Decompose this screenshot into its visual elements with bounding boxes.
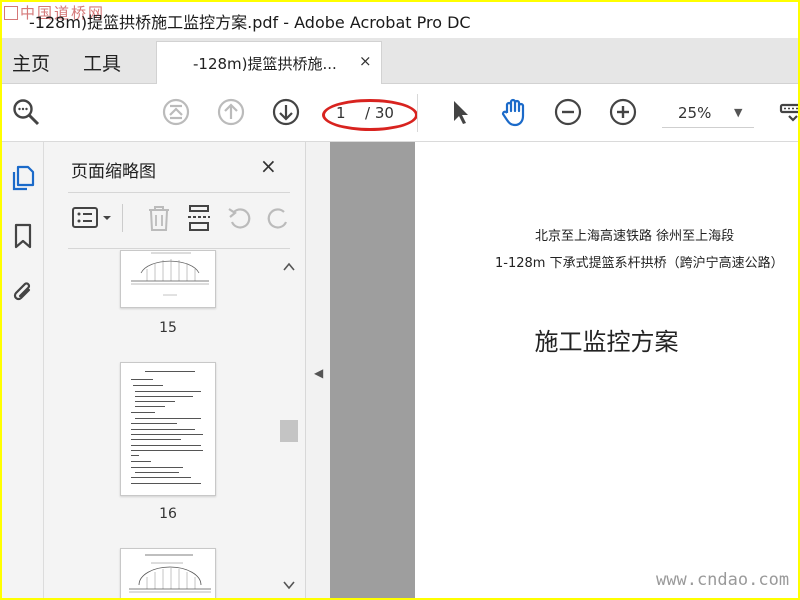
thumbnail-page-16[interactable] <box>120 362 216 496</box>
search-icon[interactable] <box>10 96 42 128</box>
rotate-counterclockwise-icon[interactable] <box>226 204 254 236</box>
divider <box>68 248 290 249</box>
zoom-value: 25% <box>678 104 712 122</box>
panel-close-button[interactable]: × <box>260 154 277 178</box>
left-icon-rail <box>2 142 44 598</box>
doc-heading: 施工监控方案 <box>534 328 679 356</box>
tab-document[interactable]: -128m)提篮拱桥施... × <box>156 41 382 85</box>
document-tab-label: -128m)提篮拱桥施... <box>193 55 337 73</box>
prev-page-icon[interactable] <box>215 96 247 128</box>
window-title: -128m)提篮拱桥施工监控方案.pdf - Adobe Acrobat Pro… <box>29 13 471 32</box>
zoom-select[interactable]: 25% ▼ <box>662 98 754 128</box>
thumbnail-label: 15 <box>159 320 177 336</box>
tab-tools[interactable]: 工具 <box>83 49 121 76</box>
divider <box>122 204 123 232</box>
options-menu-icon[interactable] <box>72 206 114 234</box>
bookmarks-icon[interactable] <box>10 222 36 250</box>
panel-title: 页面缩略图 <box>71 162 156 182</box>
first-page-icon[interactable] <box>160 96 192 128</box>
attachments-paperclip-icon[interactable] <box>10 278 36 306</box>
select-arrow-icon[interactable] <box>444 96 476 128</box>
doc-text-line: 1-128m 下承式提篮系杆拱桥（跨沪宁高速公路） <box>495 256 784 271</box>
pdf-page: 北京至上海高速铁路 徐州至上海段 1-128m 下承式提篮系杆拱桥（跨沪宁高速公… <box>415 142 798 598</box>
title-bar: 中国道桥网 -128m)提篮拱桥施工监控方案.pdf - Adobe Acrob… <box>2 2 798 38</box>
zoom-out-icon[interactable] <box>552 96 584 128</box>
rotate-clockwise-icon[interactable] <box>266 204 290 236</box>
tab-bar: 主页 工具 -128m)提篮拱桥施... × <box>2 38 798 85</box>
zoom-in-icon[interactable] <box>607 96 639 128</box>
acrobat-window: 中国道桥网 -128m)提篮拱桥施工监控方案.pdf - Adobe Acrob… <box>2 2 798 598</box>
page-thumbnails-icon[interactable] <box>10 164 36 192</box>
hand-tool-icon[interactable] <box>498 96 530 128</box>
tab-home[interactable]: 主页 <box>12 49 50 76</box>
thumbnail-page-15[interactable] <box>120 250 216 308</box>
red-ellipse-annotation <box>322 99 418 131</box>
divider <box>68 192 290 193</box>
thumbnail-label: 16 <box>159 506 177 522</box>
bottom-watermark: www.cndao.com <box>656 570 790 590</box>
panel-toolbar <box>68 198 298 238</box>
thumbnails-list: 15 16 <box>44 250 282 598</box>
scrollbar-thumb[interactable] <box>280 420 298 442</box>
collapse-panel-arrow-icon[interactable]: ◀ <box>314 366 323 380</box>
insert-page-icon[interactable] <box>186 204 212 236</box>
toolbar: 1 / 30 25% ▼ <box>2 84 798 142</box>
trash-icon[interactable] <box>146 204 172 236</box>
more-tools-icon[interactable] <box>778 96 798 128</box>
next-page-icon[interactable] <box>270 96 302 128</box>
doc-text-line: 北京至上海高速铁路 徐州至上海段 <box>535 229 735 244</box>
page-thumbnails-panel: 页面缩略图 × 15 16 <box>44 142 306 598</box>
document-viewport[interactable]: 北京至上海高速铁路 徐州至上海段 1-128m 下承式提篮系杆拱桥（跨沪宁高速公… <box>330 142 798 598</box>
zoom-caret-icon: ▼ <box>734 106 743 119</box>
document-tab-close-button[interactable]: × <box>359 52 372 70</box>
panel-collapse-strip[interactable]: ◀ <box>306 142 330 598</box>
toolbar-divider <box>417 94 418 132</box>
thumbnail-page-17[interactable] <box>120 548 216 598</box>
